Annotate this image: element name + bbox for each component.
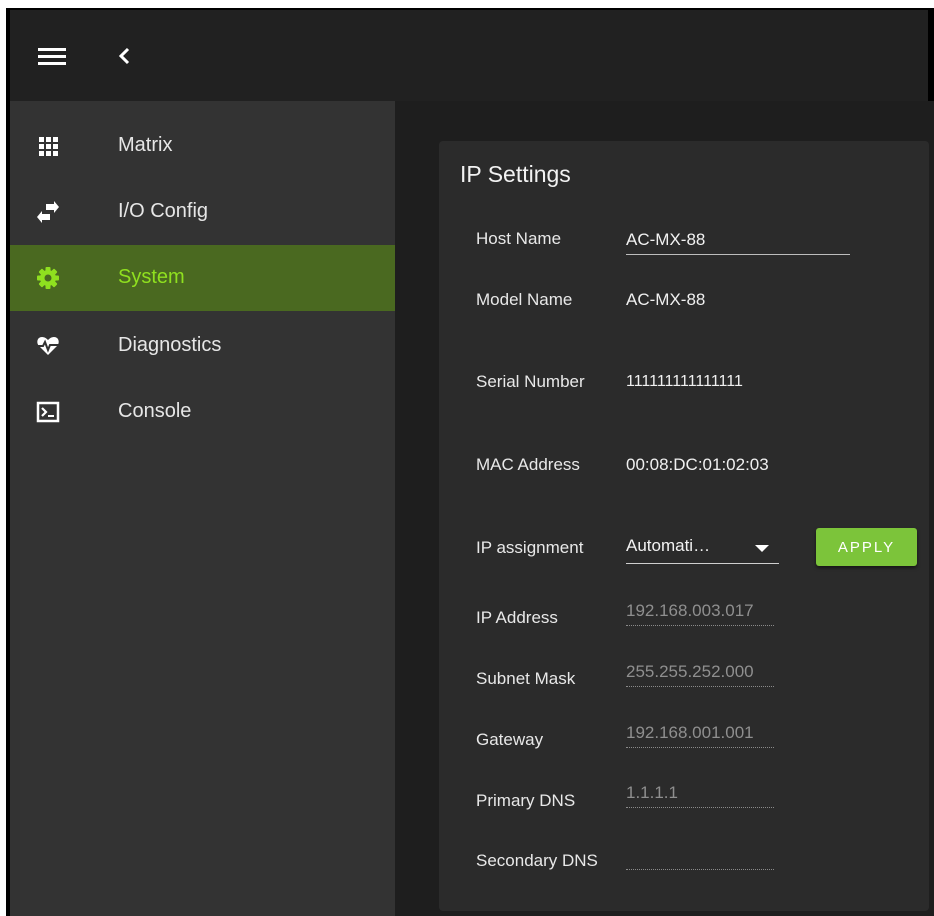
sidebar-item-system[interactable]: System xyxy=(10,245,395,311)
ip-assignment-value: Automati… xyxy=(626,536,711,555)
gateway-label: Gateway xyxy=(476,730,544,749)
gear-icon xyxy=(36,266,60,290)
gateway-input[interactable] xyxy=(626,719,774,748)
sidebar-item-label: Console xyxy=(118,400,192,422)
swap-arrows-icon xyxy=(36,200,60,224)
page-title: IP Settings xyxy=(460,161,571,187)
hamburger-menu-icon[interactable] xyxy=(38,45,66,67)
sidebar-item-label: I/O Config xyxy=(118,200,209,222)
subnet-mask-input[interactable] xyxy=(626,658,774,687)
ip-address-input[interactable] xyxy=(626,597,774,626)
chevron-left-icon[interactable] xyxy=(114,43,136,69)
terminal-icon xyxy=(36,400,60,424)
model-name-value: AC-MX-88 xyxy=(626,290,706,309)
heartbeat-icon xyxy=(36,334,60,358)
serial-number-label: Serial Number xyxy=(476,372,585,391)
secondary-dns-label: Secondary DNS xyxy=(476,851,598,870)
mac-address-value: 00:08:DC:01:02:03 xyxy=(626,455,769,474)
host-name-input[interactable] xyxy=(626,225,850,255)
top-app-bar xyxy=(10,10,928,101)
sidebar-item-label: Diagnostics xyxy=(118,334,222,356)
serial-number-value: 111111111111111 xyxy=(626,373,743,390)
sidebar-item-label: System xyxy=(118,266,185,288)
ip-assignment-label: IP assignment xyxy=(476,538,584,557)
primary-dns-label: Primary DNS xyxy=(476,791,576,810)
ip-address-label: IP Address xyxy=(476,608,558,627)
grid-icon xyxy=(36,134,60,158)
sidebar-item-console[interactable]: Console xyxy=(10,379,395,445)
ip-assignment-select[interactable]: Automati… xyxy=(626,533,779,564)
sidebar-item-diagnostics[interactable]: Diagnostics xyxy=(10,313,395,379)
secondary-dns-input[interactable] xyxy=(626,841,774,870)
host-name-label: Host Name xyxy=(476,229,562,248)
caret-down-icon xyxy=(755,545,769,552)
ip-settings-card: IP Settings Host Name Model Name AC-MX-8… xyxy=(439,141,929,911)
model-name-label: Model Name xyxy=(476,290,573,309)
mac-address-label: MAC Address xyxy=(476,455,580,474)
sidebar-item-matrix[interactable]: Matrix xyxy=(10,113,395,179)
subnet-mask-label: Subnet Mask xyxy=(476,669,576,688)
sidebar-nav: Matrix I/O Config System Diagnostics Con… xyxy=(10,101,395,916)
apply-button[interactable]: APPLY xyxy=(816,528,917,566)
sidebar-item-label: Matrix xyxy=(118,134,173,156)
primary-dns-input[interactable] xyxy=(626,779,774,808)
sidebar-item-io-config[interactable]: I/O Config xyxy=(10,179,395,245)
